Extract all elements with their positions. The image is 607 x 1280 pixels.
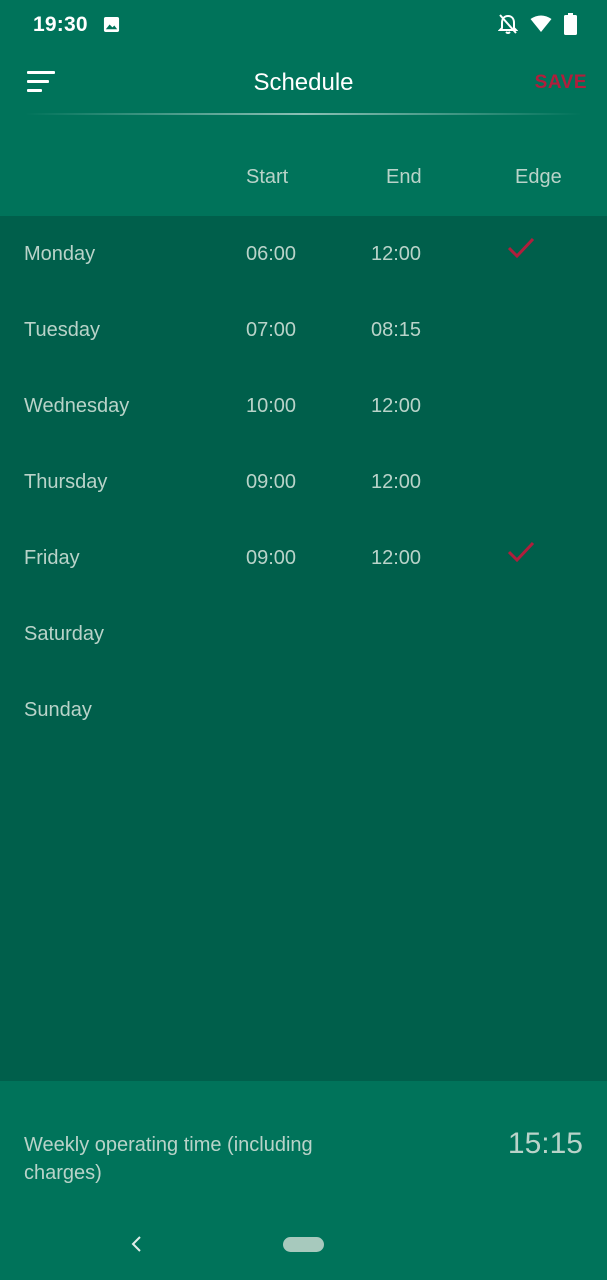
day-label: Friday [24, 547, 80, 569]
start-time: 06:00 [246, 243, 297, 265]
column-header-start: Start [246, 166, 289, 188]
day-label: Wednesday [24, 395, 130, 417]
schedule-table: Monday 06:00 12:00 Tuesday 07:00 08:15 W… [0, 216, 607, 1081]
bell-off-icon [498, 14, 518, 34]
day-label: Sunday [24, 699, 92, 721]
table-header: Start End Edge [0, 118, 607, 216]
edge-check-icon [507, 541, 535, 563]
day-label: Saturday [24, 623, 105, 645]
end-time: 12:00 [371, 547, 422, 569]
end-time: 12:00 [371, 243, 422, 265]
end-time: 12:00 [371, 471, 422, 493]
schedule-row-sunday[interactable]: Sunday [0, 672, 607, 748]
schedule-row-thursday[interactable]: Thursday 09:00 12:00 [0, 444, 607, 520]
footer: Weekly operating time (including charges… [0, 1081, 607, 1280]
header-divider [25, 113, 582, 115]
gallery-icon [103, 16, 120, 33]
schedule-row-wednesday[interactable]: Wednesday 10:00 12:00 [0, 368, 607, 444]
save-button[interactable]: SAVE [535, 72, 587, 94]
status-icons [498, 13, 577, 35]
home-pill[interactable] [283, 1237, 324, 1252]
schedule-row-monday[interactable]: Monday 06:00 12:00 [0, 216, 607, 292]
back-icon[interactable] [128, 1234, 146, 1254]
schedule-row-tuesday[interactable]: Tuesday 07:00 08:15 [0, 292, 607, 368]
wifi-icon [530, 15, 552, 32]
start-time: 10:00 [246, 395, 297, 417]
day-label: Tuesday [24, 319, 100, 341]
end-time: 12:00 [371, 395, 422, 417]
column-header-edge: Edge [515, 166, 562, 188]
start-time: 09:00 [246, 547, 297, 569]
page-title: Schedule [253, 69, 354, 96]
day-label: Thursday [24, 471, 108, 493]
edge-check-icon [507, 237, 535, 259]
weekly-operating-time-value: 15:15 [507, 1127, 583, 1160]
battery-icon [564, 13, 577, 35]
end-time: 08:15 [371, 319, 422, 341]
schedule-row-friday[interactable]: Friday 09:00 12:00 [0, 520, 607, 596]
weekly-operating-time-label: Weekly operating time (including charges… [24, 1134, 313, 1184]
column-header-end: End [386, 166, 422, 188]
day-label: Monday [24, 243, 96, 265]
start-time: 09:00 [246, 471, 297, 493]
status-time: 19:30 [33, 13, 88, 36]
status-bar: 19:30 [0, 0, 607, 50]
start-time: 07:00 [246, 319, 297, 341]
app-bar: Schedule SAVE [0, 50, 607, 118]
schedule-row-saturday[interactable]: Saturday [0, 596, 607, 672]
